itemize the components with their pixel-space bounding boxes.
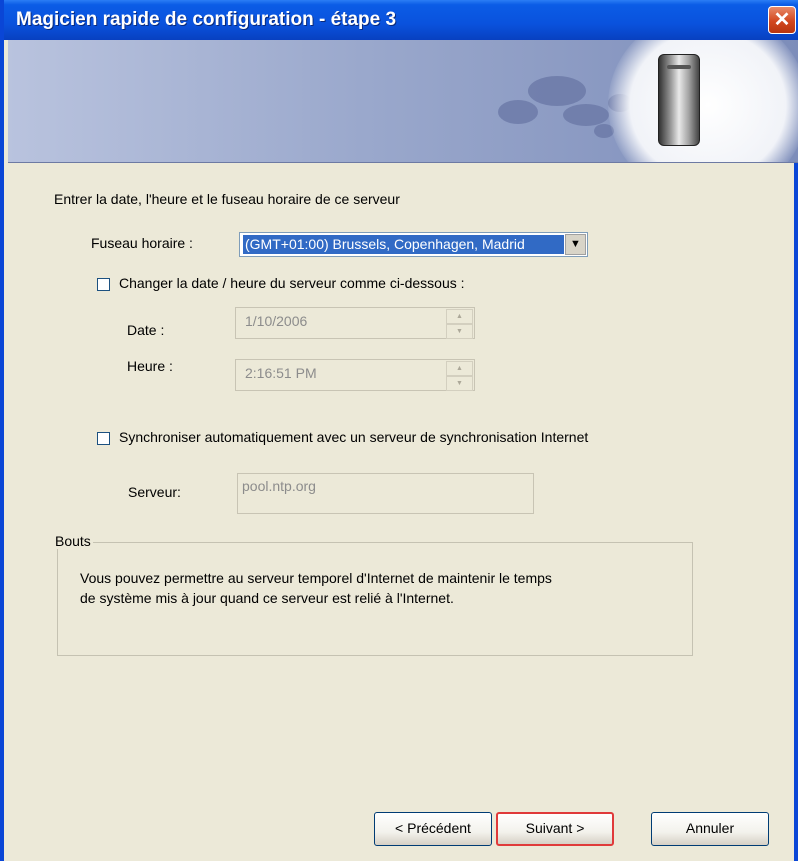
- tips-text-line-1: Vous pouvez permettre au serveur tempore…: [80, 570, 552, 586]
- change-datetime-label[interactable]: Changer la date / heure du serveur comme…: [119, 275, 465, 291]
- timezone-dropdown-button[interactable]: ▼: [565, 234, 586, 255]
- spin-up-icon[interactable]: ▲: [446, 361, 473, 376]
- sync-internet-label[interactable]: Synchroniser automatiquement avec un ser…: [119, 429, 588, 445]
- date-label: Date :: [127, 322, 165, 338]
- back-button[interactable]: < Précédent: [374, 812, 492, 846]
- time-value: 2:16:51 PM: [245, 365, 317, 381]
- chevron-down-icon: ▼: [570, 238, 581, 250]
- storage-device-icon: [658, 54, 700, 146]
- next-button[interactable]: Suivant >: [496, 812, 614, 846]
- server-value: pool.ntp.org: [242, 478, 316, 494]
- server-field[interactable]: pool.ntp.org: [237, 473, 534, 514]
- timezone-select[interactable]: (GMT+01:00) Brussels, Copenhagen, Madrid…: [239, 232, 588, 257]
- timezone-selected-value: (GMT+01:00) Brussels, Copenhagen, Madrid: [242, 234, 565, 255]
- change-datetime-checkbox[interactable]: [97, 278, 110, 291]
- cancel-button[interactable]: Annuler: [651, 812, 769, 846]
- server-label: Serveur:: [128, 484, 181, 500]
- spin-up-icon[interactable]: ▲: [446, 309, 473, 324]
- date-spinner[interactable]: ▲ ▼: [446, 309, 473, 339]
- close-icon: ✕: [773, 9, 791, 31]
- date-value: 1/10/2006: [245, 313, 308, 329]
- title-bar: Magicien rapide de configuration - étape…: [4, 0, 798, 40]
- time-field[interactable]: 2:16:51 PM ▲ ▼: [235, 359, 475, 391]
- time-label: Heure :: [127, 358, 173, 374]
- instruction-text: Entrer la date, l'heure et le fuseau hor…: [54, 191, 400, 207]
- time-spinner[interactable]: ▲ ▼: [446, 361, 473, 391]
- timezone-label: Fuseau horaire :: [91, 235, 193, 251]
- tips-text-line-2: de système mis à jour quand ce serveur e…: [80, 590, 454, 606]
- date-field[interactable]: 1/10/2006 ▲ ▼: [235, 307, 475, 339]
- wizard-window: Magicien rapide de configuration - étape…: [0, 0, 798, 861]
- wizard-banner: [8, 40, 798, 163]
- close-button[interactable]: ✕: [768, 6, 796, 34]
- sync-internet-checkbox[interactable]: [97, 432, 110, 445]
- spin-down-icon[interactable]: ▼: [446, 376, 473, 391]
- tips-title: Bouts: [53, 533, 93, 549]
- window-title: Magicien rapide de configuration - étape…: [16, 9, 397, 30]
- spin-down-icon[interactable]: ▼: [446, 324, 473, 339]
